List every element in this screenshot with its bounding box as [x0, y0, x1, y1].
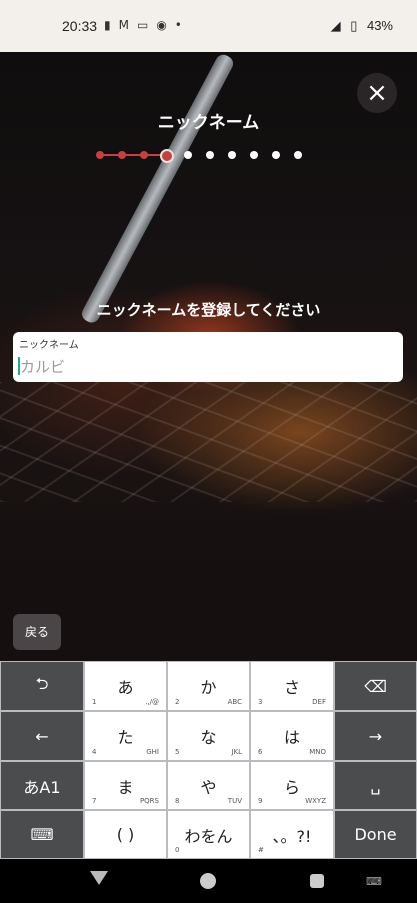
status-time: 20:33	[62, 18, 98, 34]
step-dot-3	[140, 151, 148, 159]
nickname-label: ニックネーム	[19, 340, 79, 351]
battery-icon: ▯	[350, 18, 358, 33]
key-backspace[interactable]: ⌫	[334, 661, 417, 711]
key-wa[interactable]: わをん 0	[167, 810, 250, 859]
battery-percent: 43%	[366, 18, 393, 33]
step-dot-4	[160, 149, 174, 163]
nickname-input[interactable]	[18, 354, 392, 380]
step-dot-2	[118, 151, 126, 159]
key-left[interactable]: ←	[0, 711, 84, 761]
step-dot-8	[250, 151, 258, 159]
space-icon: ␣	[370, 776, 381, 795]
nickname-field[interactable]: ニックネーム	[13, 332, 403, 382]
status-notification-icons: ▮ M ▭ ◉ •	[104, 18, 190, 32]
key-keyboard-settings[interactable]: ⌨	[0, 810, 84, 859]
step-dot-5	[184, 151, 192, 159]
nav-bar: ⌨	[0, 859, 417, 903]
backspace-icon: ⌫	[364, 676, 387, 696]
step-dot-7	[228, 151, 236, 159]
nickname-prompt: ニックネームを登録してください	[96, 301, 321, 319]
key-done[interactable]: Done	[334, 810, 417, 859]
signal-icon: ◢	[330, 18, 341, 33]
dark-fade	[0, 492, 417, 661]
key-space[interactable]: ␣	[334, 761, 417, 810]
key-paren[interactable]: ( )	[84, 810, 167, 859]
key-sa[interactable]: さ 3 DEF	[250, 661, 334, 711]
nav-keyboard-icon[interactable]: ⌨	[366, 875, 382, 888]
close-button[interactable]: ×	[357, 73, 397, 113]
back-button[interactable]: 戻る	[13, 614, 61, 650]
keyboard-emoji-icon: ⌨	[30, 825, 54, 844]
key-mode[interactable]: あA1	[0, 761, 84, 810]
dot-icon: •	[174, 18, 182, 32]
key-ta[interactable]: た 4 GHI	[84, 711, 167, 761]
step-dot-10	[294, 151, 302, 159]
nav-home-icon[interactable]	[200, 873, 216, 889]
key-ka[interactable]: か 2 ABC	[167, 661, 250, 711]
arrow-left-icon: ←	[35, 726, 49, 746]
step-dot-6	[206, 151, 214, 159]
app-icon-2: ◉	[156, 18, 167, 32]
key-a[interactable]: あ 1 .,/@	[84, 661, 167, 711]
keyboard: ⮌ あ 1 .,/@ か 2 ABC さ 3 DEF ⌫ ← た 4 GHI な 5 JKL は6M…	[0, 661, 417, 859]
step-progress	[96, 148, 326, 163]
mail-icon: M	[118, 18, 129, 32]
arrow-right-icon: →	[368, 726, 383, 746]
nav-back-icon[interactable]	[90, 871, 108, 885]
grill-image	[0, 382, 417, 502]
step-dot-1	[96, 151, 104, 159]
app-icon: ▭	[136, 18, 149, 32]
notification-icon: ▮	[104, 18, 111, 32]
key-ma[interactable]: ま 7 PQRS	[84, 761, 167, 810]
tongs-image	[79, 52, 236, 326]
key-ya[interactable]: や 8 TUV	[167, 761, 250, 810]
status-right: ◢ ▯ 43%	[325, 18, 393, 34]
close-icon: ×	[366, 78, 388, 108]
key-punct[interactable]: 、。?! #	[250, 810, 334, 859]
step-dot-9	[272, 151, 280, 159]
key-right[interactable]: →	[334, 711, 417, 761]
nav-recent-icon[interactable]	[310, 874, 324, 888]
status-bar: 20:33 ▮ M ▭ ◉ • ◢ ▯ 43%	[0, 0, 417, 52]
key-ha[interactable]: は 6 MNO	[250, 711, 334, 761]
undo-icon: ⮌	[35, 673, 49, 693]
progress-line	[100, 154, 164, 156]
key-ra[interactable]: ら 9 WXYZ	[250, 761, 334, 810]
key-undo[interactable]: ⮌	[0, 661, 84, 711]
text-cursor	[18, 357, 20, 375]
page-title: ニックネーム	[157, 113, 260, 133]
key-na[interactable]: な 5 JKL	[167, 711, 250, 761]
